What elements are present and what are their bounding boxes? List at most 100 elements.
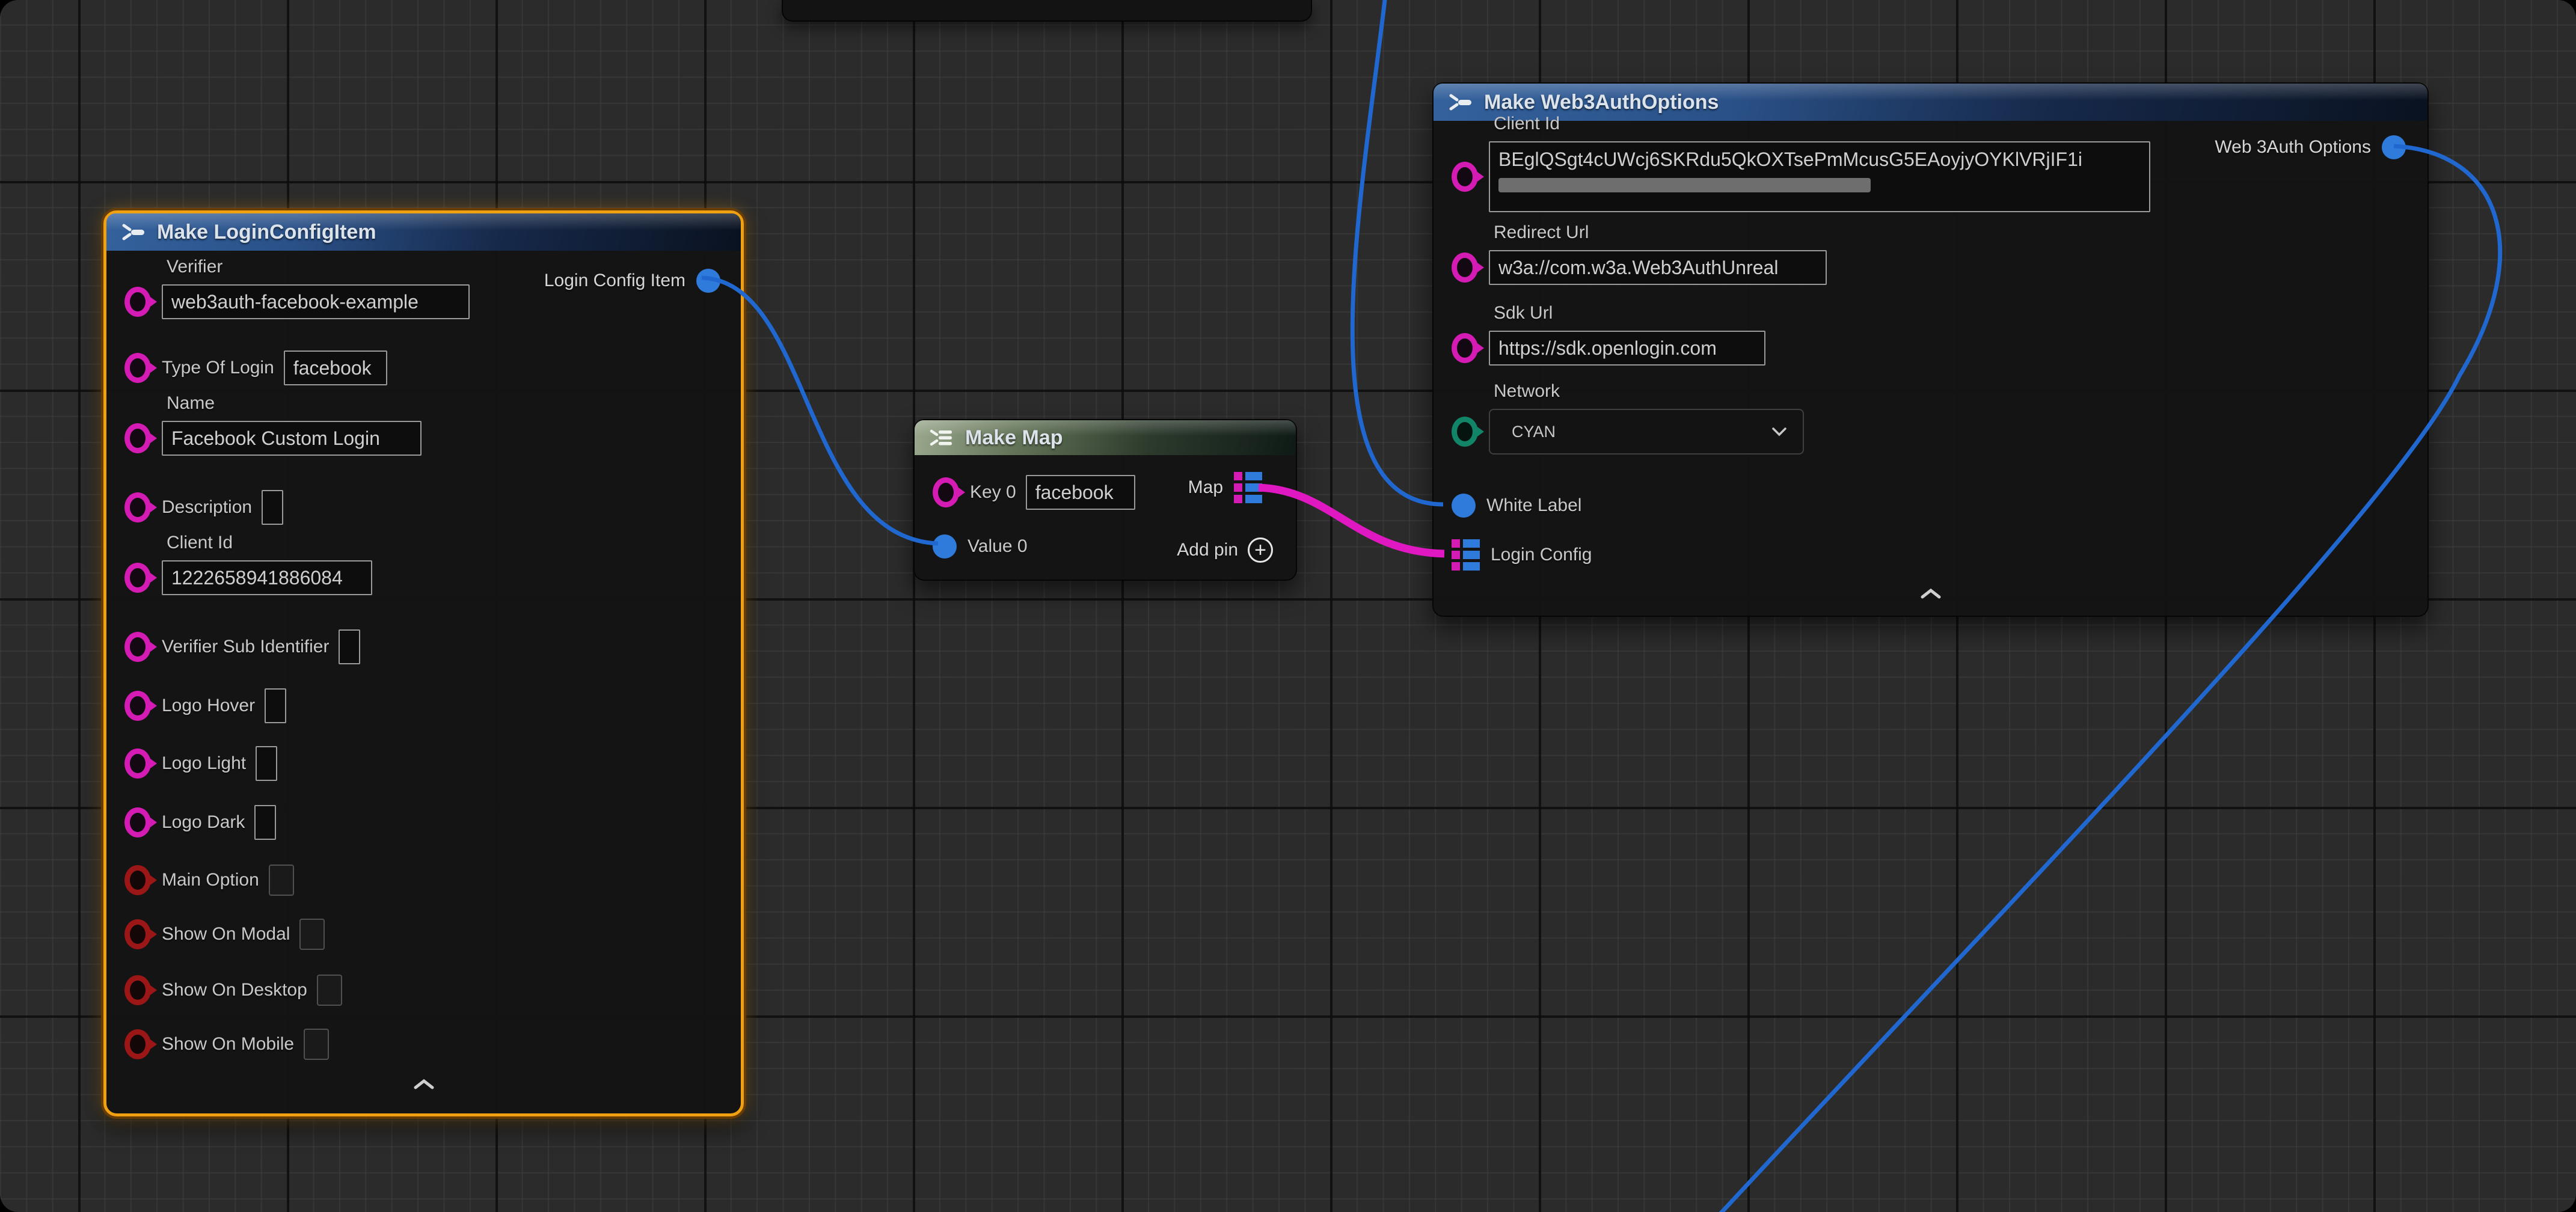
node-make-loginconfigitem[interactable]: Make LoginConfigItem Login Config Item V… (103, 210, 744, 1116)
string-pin-client-id[interactable] (124, 563, 151, 593)
node-make-map[interactable]: Make Map Key 0 facebook Value 0 Map Add … (913, 419, 1297, 581)
description-input[interactable] (262, 490, 283, 525)
pin-label: Show On Mobile (162, 1034, 294, 1054)
pin-row-show-on-modal: Show On Modal (106, 918, 325, 950)
verifier-input[interactable]: web3auth-facebook-example (162, 284, 470, 319)
bool-pin-main-option[interactable] (124, 865, 151, 895)
object-pin-white-label[interactable] (1452, 494, 1476, 518)
node-title: Make LoginConfigItem (157, 221, 376, 244)
pin-row-value-0: Value 0 (915, 529, 1028, 564)
string-pin-key-0[interactable] (933, 477, 959, 507)
client-id-input[interactable]: BEglQSgt4cUWcj6SKRdu5QkOXTsePmMcusG5EAoy… (1489, 141, 2150, 212)
name-input[interactable]: Facebook Custom Login (162, 421, 422, 456)
pin-label: Description (162, 497, 252, 518)
object-pin-value-0[interactable] (933, 534, 957, 559)
pin-label: Main Option (162, 870, 259, 890)
add-pin-label: Add pin (1177, 540, 1238, 560)
node-title: Make Map (965, 426, 1063, 450)
string-pin-logo-dark[interactable] (124, 807, 151, 837)
pin-label: Redirect Url (1494, 222, 1589, 243)
logo-light-input[interactable] (256, 746, 277, 781)
offscreen-node-bottom-edge[interactable] (782, 0, 1312, 22)
node-title: Make Web3AuthOptions (1484, 91, 1719, 114)
collapse-chevron-icon[interactable] (1918, 587, 1944, 601)
show-on-modal-checkbox[interactable] (299, 919, 325, 950)
type-of-login-input[interactable]: facebook (284, 350, 387, 385)
network-dropdown-value: CYAN (1512, 423, 1556, 441)
collapse-chevron-icon[interactable] (411, 1078, 437, 1091)
string-pin-client-id[interactable] (1452, 162, 1478, 192)
pin-label: Verifier Sub Identifier (162, 637, 329, 657)
plus-circle-icon: + (1248, 537, 1273, 563)
node-make-web3authoptions[interactable]: Make Web3AuthOptions Web 3Auth Options C… (1432, 82, 2429, 617)
output-row-web3auth-options: Web 3Auth Options (2215, 132, 2406, 163)
network-dropdown[interactable]: CYAN (1489, 409, 1804, 454)
redirect-url-input[interactable]: w3a://com.w3a.Web3AuthUnreal (1489, 250, 1827, 285)
verifier-sub-identifier-input[interactable] (339, 629, 360, 664)
logo-hover-input[interactable] (265, 688, 286, 723)
enum-pin-network[interactable] (1452, 417, 1478, 447)
pin-row-key-0: Key 0 facebook (915, 475, 1135, 510)
pin-row-show-on-desktop: Show On Desktop (106, 974, 342, 1006)
client-id-input[interactable]: 1222658941886084 (162, 560, 372, 595)
string-pin-logo-light[interactable] (124, 748, 151, 779)
pin-row-verifier: Verifier web3auth-facebook-example (106, 284, 470, 319)
node-make-map-header[interactable]: Make Map (915, 420, 1296, 455)
node-make-loginconfigitem-header[interactable]: Make LoginConfigItem (106, 213, 741, 251)
pin-label: Logo Dark (162, 812, 245, 833)
client-id-scrollbar[interactable] (1498, 178, 1871, 192)
pin-row-client-id: Client Id BEglQSgt4cUWcj6SKRdu5QkOXTsePm… (1434, 141, 2150, 212)
show-on-desktop-checkbox[interactable] (317, 975, 342, 1006)
wire-top-to-white-label[interactable] (1352, 0, 1443, 504)
pin-label: Key 0 (970, 482, 1016, 503)
pin-row-verifier-sub-identifier: Verifier Sub Identifier (106, 629, 360, 664)
pin-row-name: Name Facebook Custom Login (106, 421, 422, 456)
string-pin-description[interactable] (124, 492, 151, 522)
make-struct-icon (1447, 91, 1474, 113)
client-id-text: BEglQSgt4cUWcj6SKRdu5QkOXTsePmMcusG5EAoy… (1498, 148, 2082, 170)
pin-label: Show On Desktop (162, 980, 307, 1000)
main-option-checkbox[interactable] (269, 865, 294, 896)
sdk-url-input[interactable]: https://sdk.openlogin.com (1489, 331, 1765, 366)
string-pin-redirect-url[interactable] (1452, 252, 1478, 283)
string-pin-logo-hover[interactable] (124, 691, 151, 721)
add-pin-button[interactable]: Add pin + (1177, 537, 1273, 563)
make-struct-icon (120, 221, 147, 243)
bool-pin-show-on-mobile[interactable] (124, 1029, 151, 1059)
output-pin-web3auth-options[interactable] (2382, 135, 2406, 159)
output-pin-label: Map (1188, 477, 1223, 498)
string-pin-type-of-login[interactable] (124, 353, 151, 383)
pin-row-client-id: Client Id 1222658941886084 (106, 560, 372, 595)
pin-row-login-config: Login Config (1434, 537, 1592, 572)
output-pin-label: Web 3Auth Options (2215, 137, 2371, 158)
make-map-icon (928, 427, 955, 448)
output-row-map: Map (1188, 472, 1273, 503)
string-pin-verifier[interactable] (124, 287, 151, 317)
pin-row-logo-hover: Logo Hover (106, 688, 286, 723)
string-pin-name[interactable] (124, 423, 151, 453)
logo-dark-input[interactable] (254, 805, 276, 840)
pin-label: White Label (1486, 495, 1581, 516)
pin-label: Logo Hover (162, 696, 255, 716)
map-pin-login-config[interactable] (1452, 539, 1480, 571)
string-pin-sdk-url[interactable] (1452, 333, 1478, 363)
string-pin-verifier-sub-identifier[interactable] (124, 632, 151, 662)
pin-row-main-option: Main Option (106, 864, 294, 896)
output-row-login-config-item: Login Config Item (544, 265, 720, 296)
pin-label: Value 0 (968, 536, 1028, 557)
node-make-web3authoptions-header[interactable]: Make Web3AuthOptions (1434, 84, 2427, 121)
pin-row-network: Network CYAN (1434, 409, 1804, 454)
output-pin-login-config-item[interactable] (696, 269, 720, 293)
bool-pin-show-on-modal[interactable] (124, 919, 151, 949)
pin-label: Network (1494, 381, 1560, 402)
bool-pin-show-on-desktop[interactable] (124, 975, 151, 1005)
pin-row-description: Description (106, 490, 283, 525)
pin-label: Client Id (167, 533, 233, 553)
pin-label: Sdk Url (1494, 303, 1553, 323)
blueprint-graph-canvas[interactable]: Make LoginConfigItem Login Config Item V… (0, 0, 2576, 1212)
show-on-mobile-checkbox[interactable] (304, 1029, 329, 1060)
pin-row-logo-light: Logo Light (106, 746, 277, 781)
key-0-input[interactable]: facebook (1026, 475, 1135, 510)
map-pin-output[interactable] (1234, 472, 1262, 503)
pin-label: Name (167, 393, 215, 414)
